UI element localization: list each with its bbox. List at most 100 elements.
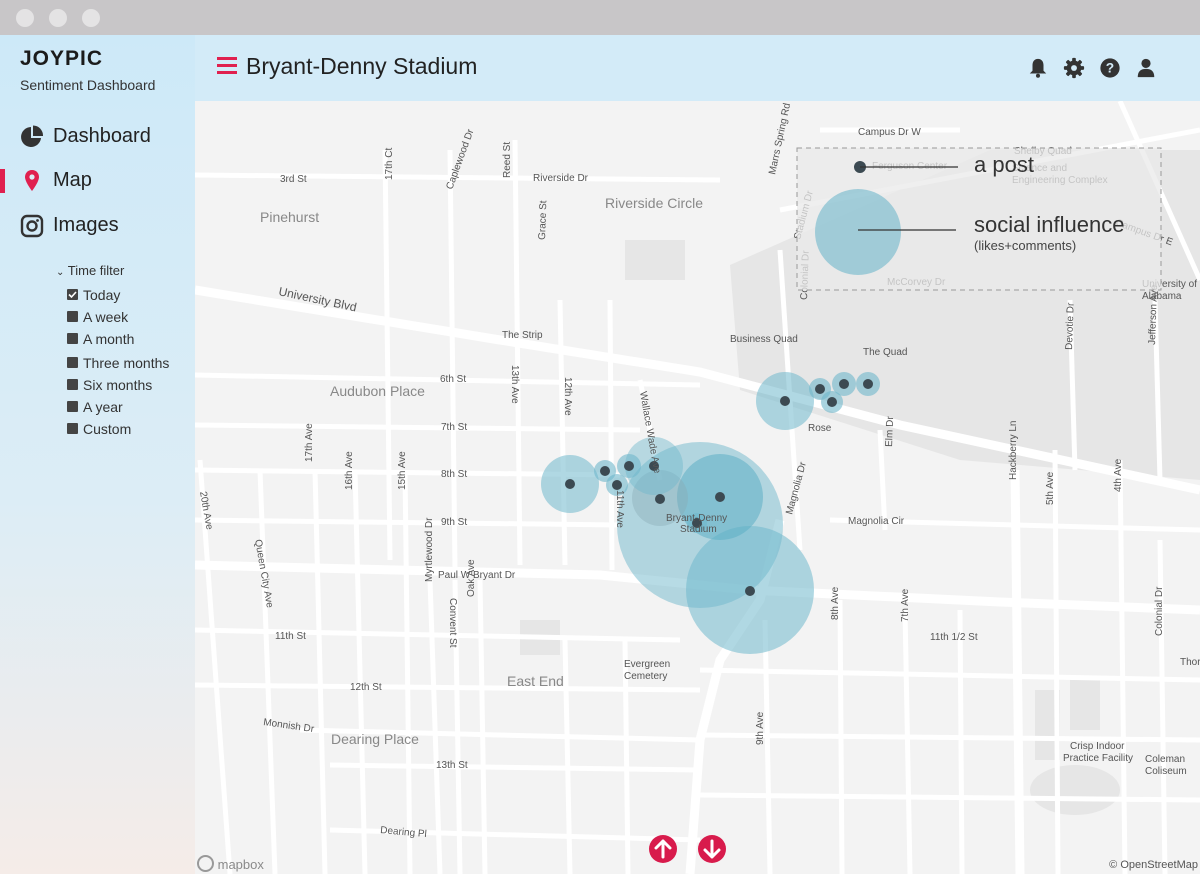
brand-logo: JOYPIC [20,47,104,70]
time-filter-title: Time filter [67,263,125,278]
filter-option-label: Six months [83,377,153,393]
post-marker [815,384,825,394]
map-street-label: Marrs Spring Rd [767,102,793,176]
checkbox[interactable] [67,311,78,322]
sidebar: JOYPIC Sentiment Dashboard Dashboard Map… [0,35,195,874]
map-street-label: 13th St [436,760,468,771]
map-street-label: 17th Ct [384,148,395,180]
window-close-button[interactable] [16,9,34,27]
map-street-label: Rose [808,423,832,434]
checkbox[interactable] [67,333,78,344]
map-street-label: 15th Ave [397,451,408,490]
arrow-up-icon [654,839,672,859]
map-street-label: 20th Ave [197,491,215,531]
map-street-label: 11th St [275,631,306,642]
filter-option-label: Today [83,287,121,303]
time-filter-toggle[interactable]: ⌄ Time filter [56,263,124,278]
map-street-label: Practice Facility [1063,753,1133,764]
map-street-label: Riverside Circle [605,195,703,211]
sidebar-item-label: Map [53,169,92,191]
map-street-label: Magnolia Dr [784,460,809,516]
map-street-label: The Strip [502,330,543,341]
checkbox-checked-icon[interactable] [67,289,78,300]
post-marker [827,397,837,407]
window-titlebar [0,0,1200,36]
map-street-label: Oak Ave [466,559,477,597]
map-street-label: Bryant-Denny [666,513,727,524]
map-street-label: The Quad [863,347,907,358]
map-street-label: Pinehurst [260,209,319,225]
checkbox[interactable] [67,401,78,412]
map-street-label: 12th St [350,682,382,693]
map-street-label: 12th Ave [562,377,573,416]
map-street-label: 9th St [441,517,467,528]
map-street-label: Audubon Place [330,383,425,399]
map-street-label: 7th Ave [900,588,911,622]
sidebar-item-label: Dashboard [53,125,151,147]
map-street-label: Convent St [447,598,458,648]
map-street-label: Magnolia Cir [848,516,905,527]
map-street-label: 4th Ave [1113,458,1124,492]
map-street-label: Queen City Ave [252,539,275,610]
mapbox-logo[interactable]: mapbox [197,855,264,872]
post-marker [839,379,849,389]
post-marker [612,480,622,490]
map-street-label: 3rd St [280,174,307,185]
help-icon[interactable]: ? [1099,57,1121,79]
map-street-label: 11th 1/2 St [930,632,978,643]
active-indicator [0,169,5,193]
sidebar-item-images[interactable]: Images [0,206,195,246]
user-icon[interactable] [1135,57,1157,79]
post-marker [655,494,665,504]
pie-chart-icon [21,125,44,147]
window-minimize-button[interactable] [49,9,67,27]
scroll-up-button[interactable] [649,835,677,863]
post-marker [565,479,575,489]
scroll-down-button[interactable] [698,835,726,863]
map-street-label: 17th Ave [304,423,315,462]
map-street-label: Thor [1180,657,1200,668]
window-maximize-button[interactable] [82,9,100,27]
legend-influence-label: social influence [974,212,1125,237]
gear-icon[interactable] [1063,57,1085,79]
map-street-label: 9th Ave [755,711,766,745]
map-street-label: Riverside Dr [533,173,589,184]
legend-post-label: a post [974,152,1034,177]
sidebar-item-label: Images [53,214,119,236]
header: Bryant-Denny Stadium ? [195,35,1200,101]
map-street-label: Cemetery [624,671,667,682]
filter-option-label: Custom [83,421,132,437]
filter-option-label: A month [83,331,135,347]
filter-option-label: A year [83,399,123,415]
menu-icon[interactable] [217,57,237,75]
map-street-label: 16th Ave [344,451,355,490]
legend-influence-sublabel: (likes+comments) [974,238,1077,253]
map-street-label: 5th Ave [1045,471,1056,505]
map-street-label: East End [507,673,564,689]
instagram-icon [20,214,44,238]
map-street-label: Colonial Dr [1154,586,1165,636]
checkbox[interactable] [67,423,78,434]
filter-option-label: Three months [83,355,170,371]
map-street-label: Jefferson Ave [1147,284,1160,345]
map-street-label: Elm Dr [884,416,896,448]
mapbox-label: mapbox [217,857,264,872]
sidebar-item-map[interactable]: Map [0,161,195,201]
bell-icon[interactable] [1027,57,1049,79]
post-marker [600,466,610,476]
map-street-label: Coliseum [1145,766,1187,777]
checkbox[interactable] [67,357,78,368]
checkbox[interactable] [67,379,78,390]
map-street-label: 13th Ave [509,365,520,404]
mapbox-icon [197,855,214,872]
osm-attribution[interactable]: © OpenStreetMap [1109,859,1198,871]
map-street-label: 8th Ave [830,586,841,620]
map-street-label: Coleman [1145,754,1185,765]
post-marker [780,396,790,406]
map-street-label: Stadium [680,524,717,535]
map-street-label: Campus Dr W [858,127,921,138]
map-street-label: Hackberry Ln [1008,421,1019,480]
map-street-label: Devotie Dr [1064,302,1077,350]
sidebar-item-dashboard[interactable]: Dashboard [0,117,195,157]
map-street-label: 6th St [440,374,466,385]
